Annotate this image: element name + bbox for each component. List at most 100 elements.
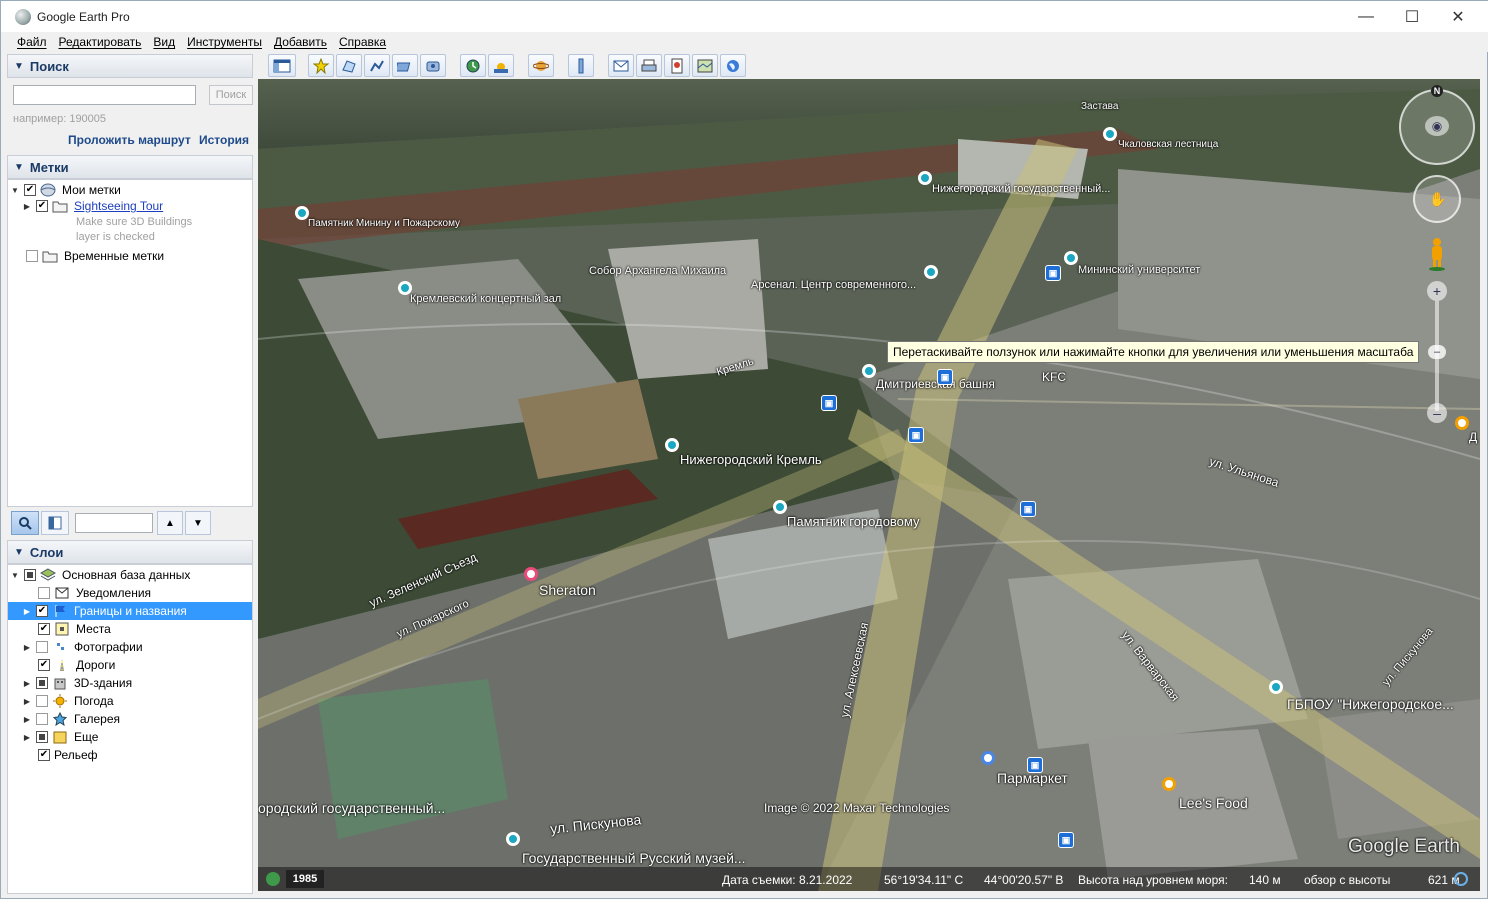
expand-arrow-icon[interactable]: ▶ xyxy=(22,733,32,742)
checkbox[interactable]: ✔ xyxy=(38,659,50,671)
print-button[interactable] xyxy=(636,54,662,77)
checkbox[interactable] xyxy=(24,569,36,581)
sidebar-toggle-button[interactable] xyxy=(41,511,69,535)
move-down-button[interactable]: ▼ xyxy=(185,511,211,535)
switch-planet-button[interactable] xyxy=(528,54,554,77)
layer-item-places[interactable]: ✔ Места xyxy=(38,620,111,638)
eye-icon[interactable]: ◉ xyxy=(1425,116,1449,136)
expand-arrow-icon[interactable]: ▼ xyxy=(10,186,20,195)
layer-item-borders[interactable]: ▶ ✔ Границы и названия xyxy=(8,602,252,620)
checkbox[interactable]: ✔ xyxy=(36,605,48,617)
poi-pin-icon[interactable] xyxy=(665,438,679,452)
poi-pin-icon[interactable] xyxy=(295,206,309,220)
layer-item-terrain[interactable]: ✔ Рельеф xyxy=(38,746,98,764)
hide-sidebar-button[interactable] xyxy=(268,54,296,77)
layer-item-more[interactable]: ▶ Еще xyxy=(22,728,99,746)
ruler-button[interactable] xyxy=(568,54,594,77)
close-button[interactable]: ✕ xyxy=(1435,1,1481,32)
historical-imagery-button[interactable] xyxy=(460,54,486,77)
record-tour-button[interactable] xyxy=(420,54,446,77)
checkbox[interactable] xyxy=(38,587,50,599)
search-input[interactable] xyxy=(13,85,196,105)
checkbox[interactable] xyxy=(36,641,48,653)
poi-pin-icon[interactable] xyxy=(1269,680,1283,694)
checkbox[interactable] xyxy=(26,250,38,262)
layer-item-photos[interactable]: ▶ Фотографии xyxy=(22,638,143,656)
bus-stop-icon[interactable]: ▣ xyxy=(1058,832,1074,848)
places-filter-input[interactable] xyxy=(75,513,153,533)
add-placemark-button[interactable] xyxy=(308,54,334,77)
expand-arrow-icon[interactable]: ▶ xyxy=(22,607,32,616)
hotel-pin-icon[interactable] xyxy=(524,567,538,581)
search-section-header[interactable]: ▼ Поиск xyxy=(7,54,253,78)
view-in-maps-button[interactable] xyxy=(692,54,718,77)
expand-arrow-icon[interactable]: ▼ xyxy=(10,571,20,580)
expand-arrow-icon[interactable]: ▶ xyxy=(22,715,32,724)
menu-file[interactable]: Файл xyxy=(11,35,53,49)
bus-stop-icon[interactable]: ▣ xyxy=(821,395,837,411)
bus-stop-icon[interactable]: ▣ xyxy=(1020,501,1036,517)
checkbox[interactable]: ✔ xyxy=(24,184,36,196)
checkbox[interactable] xyxy=(36,731,48,743)
checkbox[interactable] xyxy=(36,695,48,707)
bus-stop-icon[interactable]: ▣ xyxy=(937,369,953,385)
add-overlay-button[interactable] xyxy=(392,54,418,77)
checkbox[interactable]: ✔ xyxy=(36,200,48,212)
menu-edit[interactable]: Редактировать xyxy=(53,35,148,49)
layer-item-notifications[interactable]: Уведомления xyxy=(38,584,151,602)
poi-pin-icon[interactable] xyxy=(981,751,995,765)
poi-pin-icon[interactable] xyxy=(773,500,787,514)
layer-item-roads[interactable]: ✔ Дороги xyxy=(38,656,115,674)
poi-pin-icon[interactable] xyxy=(918,171,932,185)
poi-pin-icon[interactable] xyxy=(506,832,520,846)
expand-arrow-icon[interactable]: ▶ xyxy=(22,643,32,652)
poi-pin-icon[interactable] xyxy=(924,265,938,279)
historical-imagery-icon[interactable] xyxy=(266,872,280,886)
checkbox[interactable] xyxy=(36,677,48,689)
poi-pin-icon[interactable] xyxy=(1103,127,1117,141)
search-places-button[interactable] xyxy=(11,511,39,535)
poi-pin-icon[interactable] xyxy=(1064,251,1078,265)
zoom-slider-thumb[interactable]: – xyxy=(1428,345,1446,359)
expand-arrow-icon[interactable]: ▶ xyxy=(22,679,32,688)
tree-item-temporary[interactable]: Временные метки xyxy=(26,247,164,265)
poi-pin-icon[interactable] xyxy=(862,364,876,378)
hand-icon[interactable]: ✋ xyxy=(1429,191,1446,208)
places-section-header[interactable]: ▼ Метки xyxy=(7,155,253,179)
bus-stop-icon[interactable]: ▣ xyxy=(908,427,924,443)
street-view-pegman-icon[interactable] xyxy=(1428,237,1446,271)
expand-arrow-icon[interactable]: ▶ xyxy=(22,697,32,706)
food-pin-icon[interactable] xyxy=(1162,777,1176,791)
menu-view[interactable]: Вид xyxy=(147,35,181,49)
maximize-button[interactable]: ☐ xyxy=(1389,1,1435,32)
menu-help[interactable]: Справка xyxy=(333,35,392,49)
route-link[interactable]: Проложить маршрут xyxy=(68,133,191,147)
sightseeing-link[interactable]: Sightseeing Tour xyxy=(74,199,163,213)
earth-view-button[interactable] xyxy=(720,54,746,77)
map-viewport[interactable]: Застава Чкаловская лестница Нижегородски… xyxy=(258,79,1480,891)
email-button[interactable] xyxy=(608,54,634,77)
expand-arrow-icon[interactable]: ▶ xyxy=(22,202,32,211)
history-link[interactable]: История xyxy=(199,133,249,147)
save-image-button[interactable] xyxy=(664,54,690,77)
add-path-button[interactable] xyxy=(364,54,390,77)
food-pin-icon[interactable] xyxy=(1455,416,1469,430)
layer-item-weather[interactable]: ▶ Погода xyxy=(22,692,114,710)
bus-stop-icon[interactable]: ▣ xyxy=(1045,265,1061,281)
checkbox[interactable]: ✔ xyxy=(38,749,50,761)
compass-north[interactable]: N xyxy=(1431,85,1443,97)
layer-item-gallery[interactable]: ▶ Галерея xyxy=(22,710,120,728)
zoom-out-button[interactable]: – xyxy=(1427,403,1447,423)
layer-item-3d[interactable]: ▶ 3D-здания xyxy=(22,674,132,692)
layer-item-primary-db[interactable]: ▼ Основная база данных xyxy=(10,566,190,584)
search-button[interactable]: Поиск xyxy=(209,85,253,105)
layers-section-header[interactable]: ▼ Слои xyxy=(7,540,253,564)
sunlight-button[interactable] xyxy=(488,54,514,77)
move-up-button[interactable]: ▲ xyxy=(157,511,183,535)
zoom-in-button[interactable]: + xyxy=(1427,281,1447,301)
minimize-button[interactable]: — xyxy=(1343,1,1389,32)
checkbox[interactable]: ✔ xyxy=(38,623,50,635)
menu-tools[interactable]: Инструменты xyxy=(181,35,268,49)
menu-add[interactable]: Добавить xyxy=(268,35,333,49)
add-polygon-button[interactable] xyxy=(336,54,362,77)
